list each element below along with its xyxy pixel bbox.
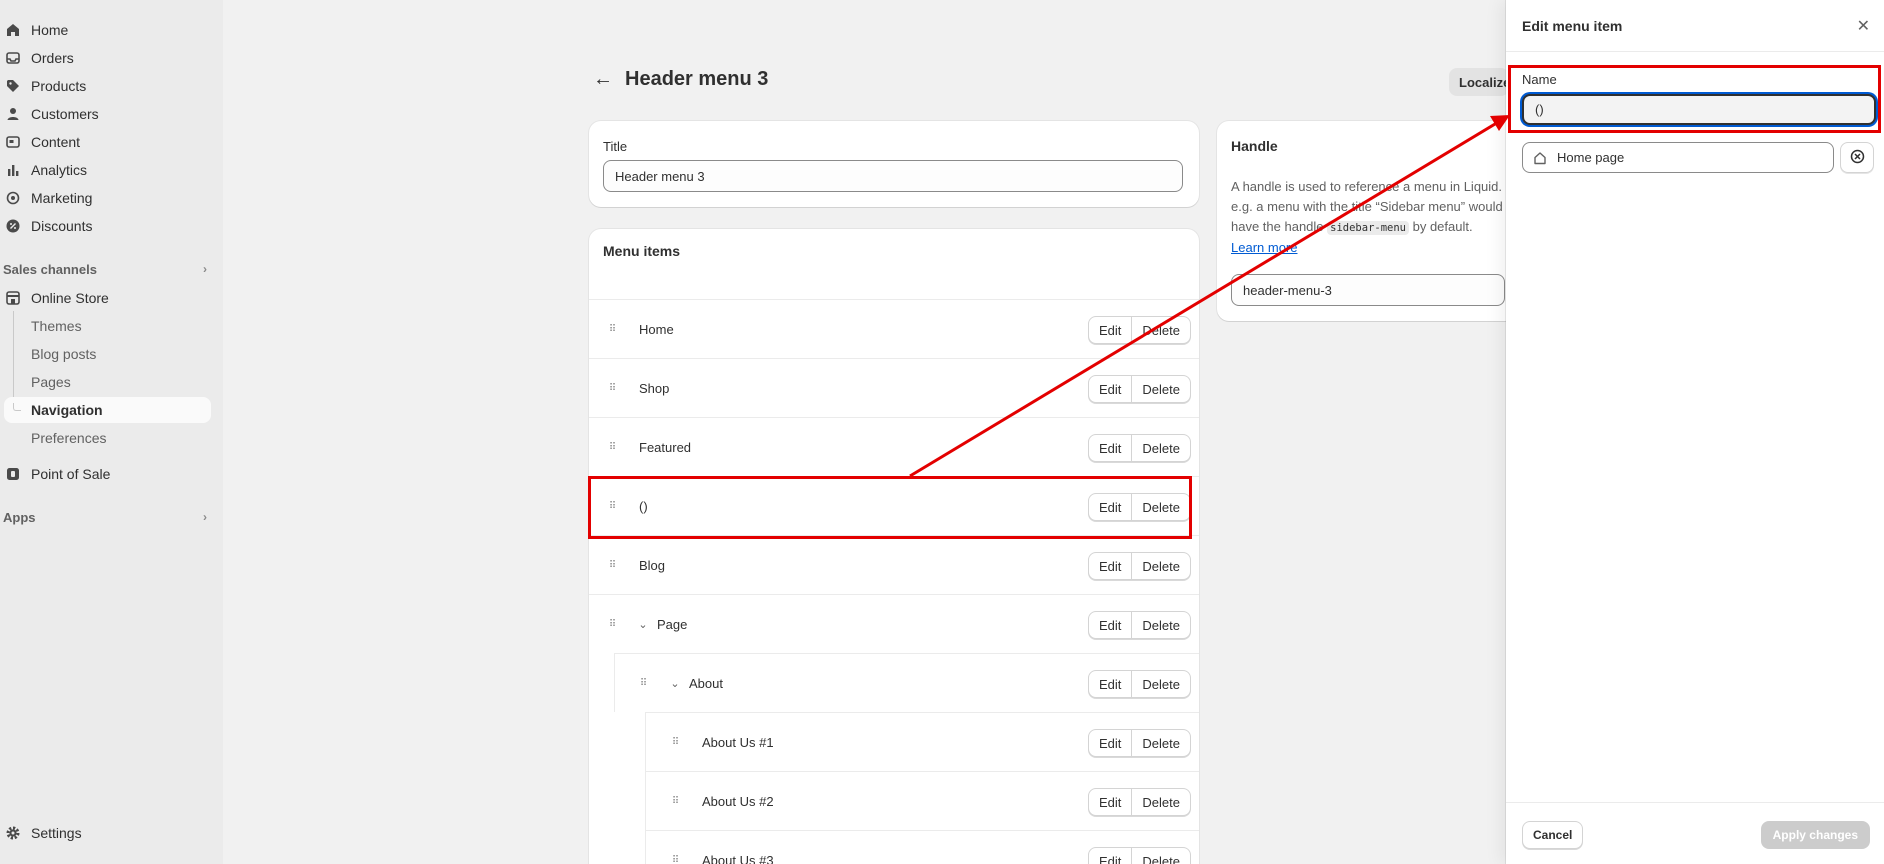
arrow-line: [909, 119, 1501, 478]
arrow-head: [1490, 115, 1510, 131]
annotation-arrow: [909, 115, 1510, 478]
